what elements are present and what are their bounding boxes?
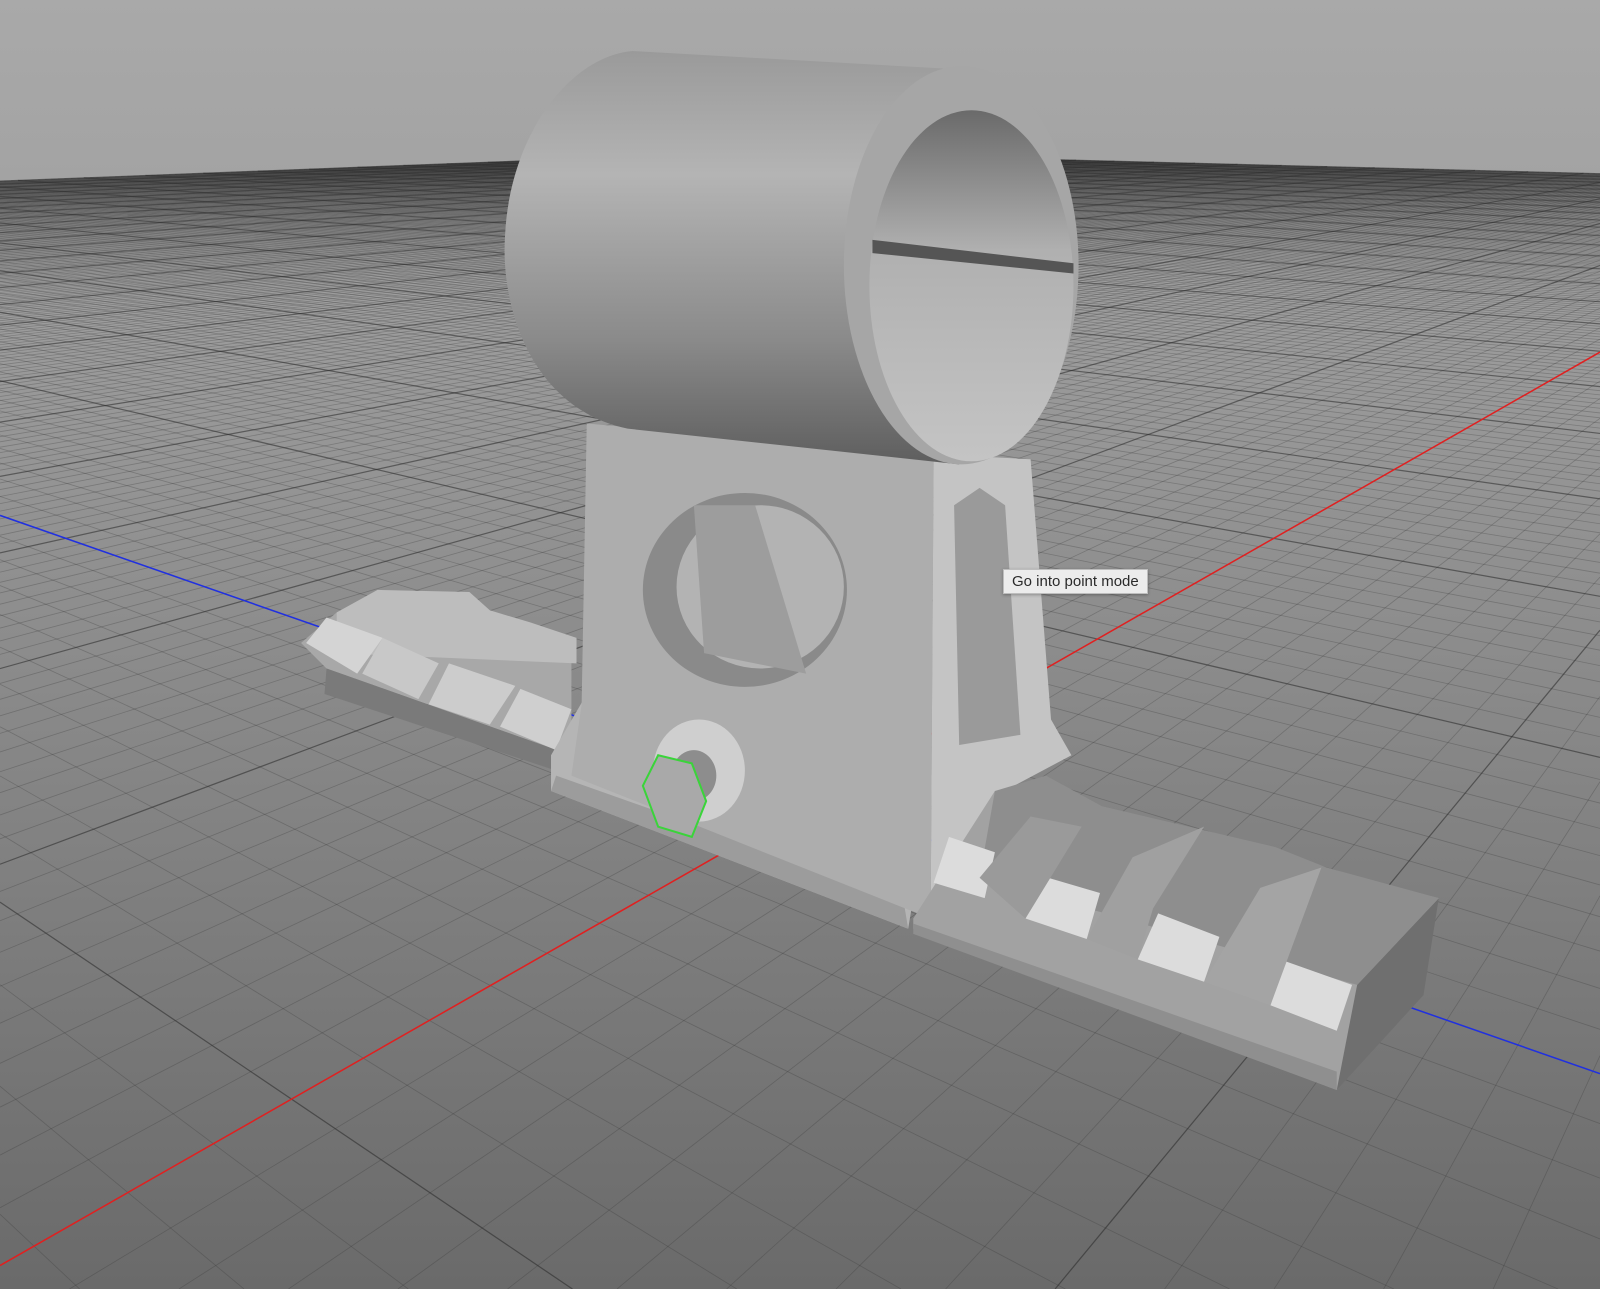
3d-viewport[interactable]: Go into point mode xyxy=(0,0,1600,1289)
tooltip: Go into point mode xyxy=(1003,569,1148,594)
